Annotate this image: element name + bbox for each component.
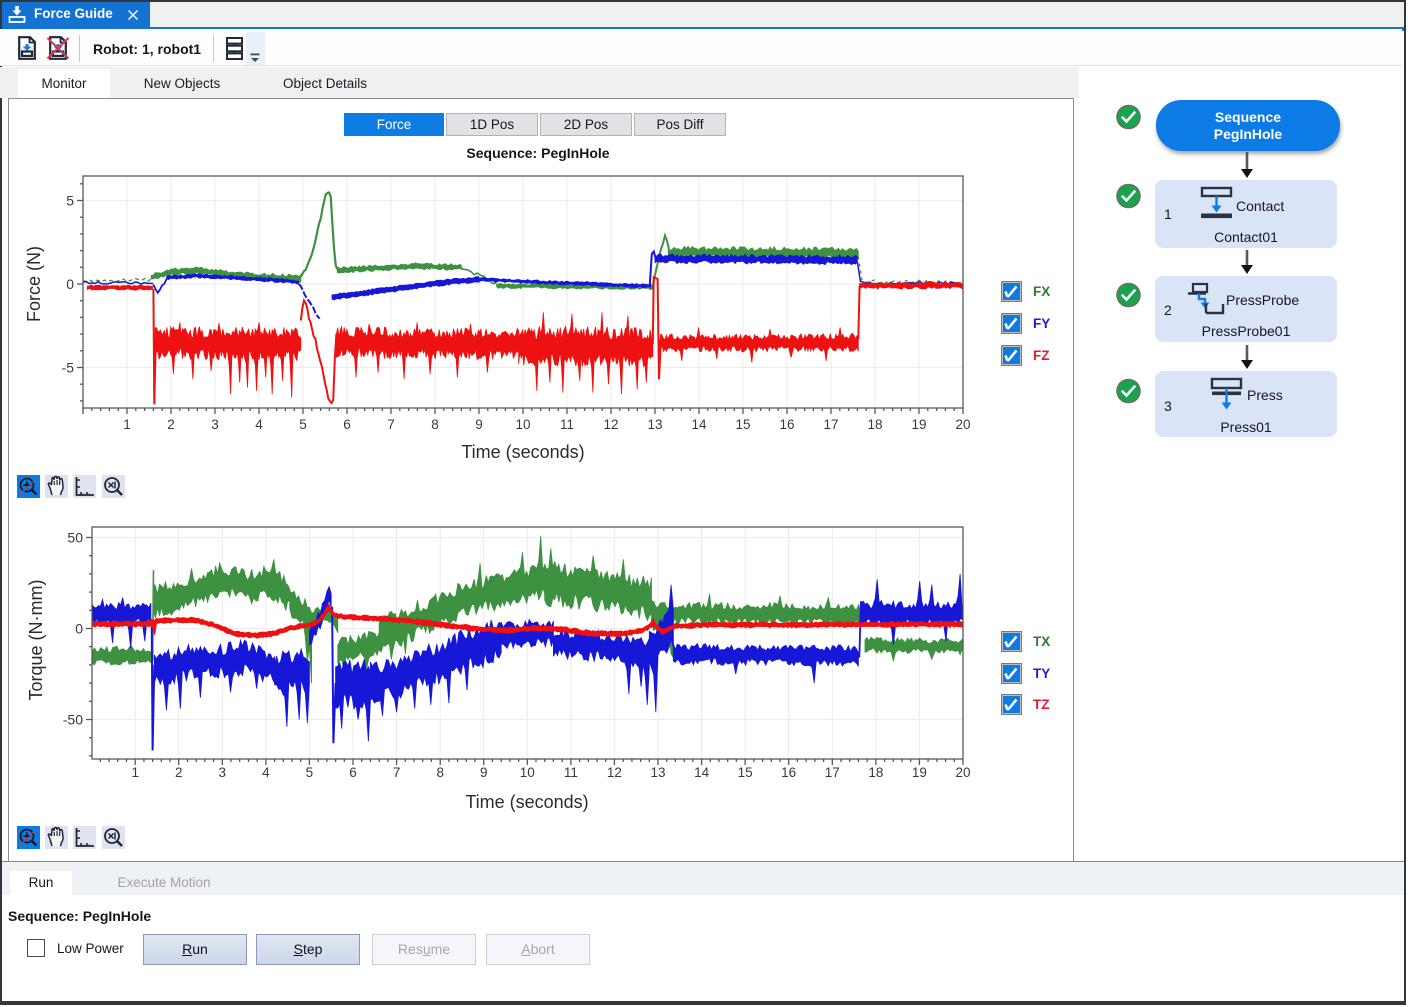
svg-text:10: 10 [515,417,530,432]
svg-text:0: 0 [75,621,83,637]
svg-text:19: 19 [912,765,927,780]
svg-text:9: 9 [475,417,483,432]
svg-text:13: 13 [650,765,665,780]
svg-text:Force (N): Force (N) [24,246,44,322]
svg-text:6: 6 [343,417,351,432]
svg-text:Time (seconds): Time (seconds) [465,792,588,812]
svg-text:7: 7 [393,765,401,780]
svg-text:0: 0 [66,276,74,292]
svg-text:3: 3 [211,417,219,432]
svg-text:15: 15 [735,417,750,432]
svg-text:-50: -50 [63,712,83,728]
svg-text:1: 1 [123,417,131,432]
svg-text:10: 10 [520,765,535,780]
svg-text:16: 16 [781,765,796,780]
svg-text:5: 5 [299,417,307,432]
svg-text:9: 9 [480,765,488,780]
svg-text:7: 7 [387,417,395,432]
svg-text:18: 18 [867,417,882,432]
svg-text:Time (seconds): Time (seconds) [461,442,584,462]
svg-text:18: 18 [868,765,883,780]
svg-text:1: 1 [131,765,139,780]
svg-text:50: 50 [67,530,83,546]
svg-text:8: 8 [436,765,444,780]
svg-text:17: 17 [825,765,840,780]
svg-text:4: 4 [255,417,263,432]
svg-text:20: 20 [955,765,970,780]
svg-text:3: 3 [219,765,227,780]
svg-text:5: 5 [66,193,74,209]
svg-text:2: 2 [175,765,183,780]
svg-text:2: 2 [167,417,175,432]
svg-text:20: 20 [955,417,970,432]
svg-text:4: 4 [262,765,270,780]
svg-text:-5: -5 [62,360,75,376]
svg-text:16: 16 [779,417,794,432]
svg-text:11: 11 [560,417,574,432]
svg-text:5: 5 [306,765,314,780]
svg-text:19: 19 [911,417,926,432]
svg-text:13: 13 [647,417,662,432]
svg-text:11: 11 [564,765,578,780]
svg-text:17: 17 [823,417,838,432]
svg-text:6: 6 [349,765,357,780]
svg-text:12: 12 [603,417,618,432]
svg-text:Torque (N·mm): Torque (N·mm) [26,579,46,700]
svg-text:15: 15 [738,765,753,780]
svg-text:14: 14 [691,417,707,432]
svg-text:12: 12 [607,765,622,780]
svg-text:8: 8 [431,417,439,432]
svg-text:14: 14 [694,765,710,780]
